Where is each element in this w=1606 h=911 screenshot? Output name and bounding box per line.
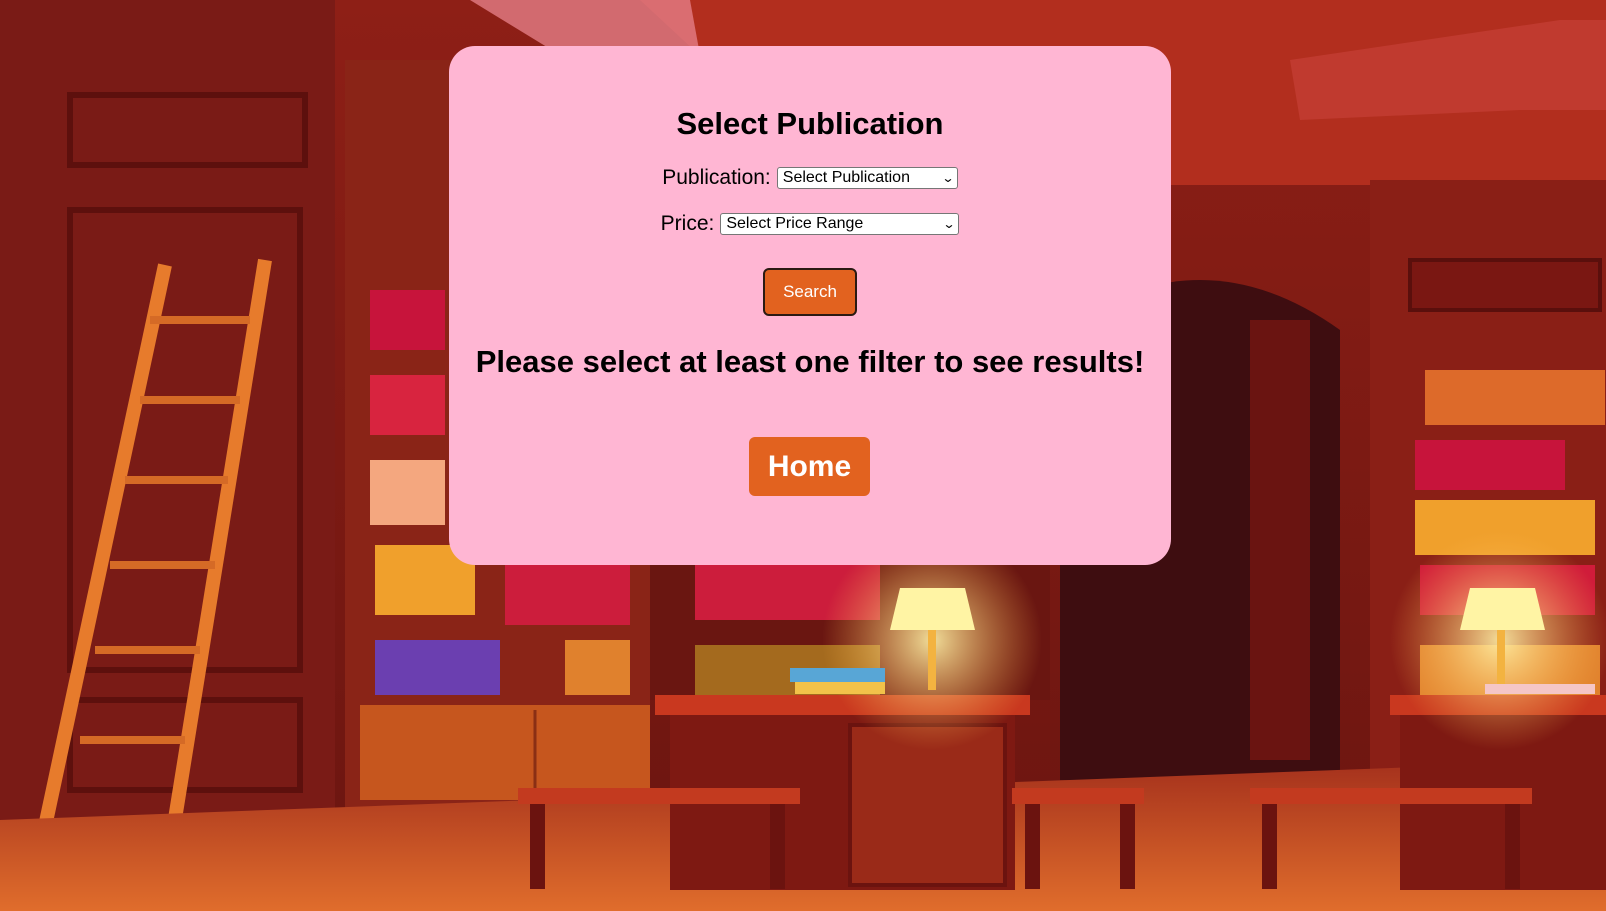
publication-select-value: Select Publication — [782, 169, 910, 186]
publication-filter-row: Publication: Select Publication ⌄ — [449, 166, 1171, 190]
filter-card: Select Publication Publication: Select P… — [449, 46, 1171, 565]
chevron-down-icon: ⌄ — [942, 217, 956, 231]
price-select-value: Select Price Range — [726, 215, 864, 232]
publication-label: Publication: — [662, 166, 771, 189]
page-title: Select Publication — [676, 106, 944, 141]
page: Select Publication Publication: Select P… — [0, 0, 1606, 911]
price-label: Price: — [660, 212, 715, 235]
chevron-down-icon: ⌄ — [941, 171, 955, 185]
publication-select[interactable]: Select Publication ⌄ — [776, 167, 958, 189]
price-select[interactable]: Select Price Range ⌄ — [720, 213, 960, 235]
price-filter-row: Price: Select Price Range ⌄ — [449, 212, 1171, 236]
empty-filter-message: Please select at least one filter to see… — [475, 344, 1145, 379]
home-button[interactable]: Home — [749, 437, 870, 496]
search-button[interactable]: Search — [763, 268, 857, 316]
